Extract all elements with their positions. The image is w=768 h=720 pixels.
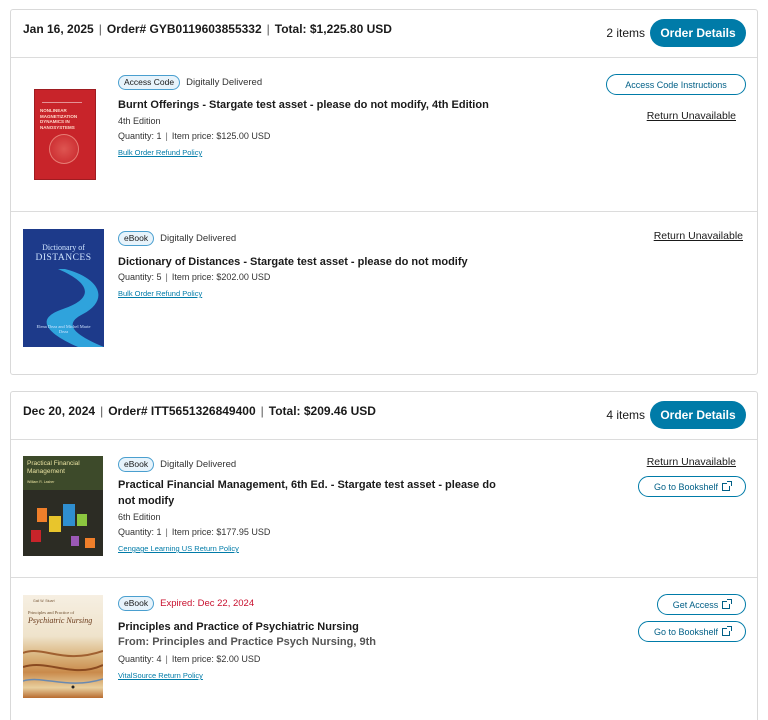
get-access-label: Get Access (672, 599, 719, 610)
delivery-status: Digitally Delivered (160, 232, 237, 244)
delivery-status: Digitally Delivered (186, 76, 263, 88)
policy-link[interactable]: Cengage Learning US Return Policy (118, 544, 239, 553)
go-to-bookshelf-label: Go to Bookshelf (653, 481, 719, 492)
item-quantity: Quantity: 1 (118, 131, 162, 141)
item-info: eBook Digitally Delivered Dictionary of … (118, 230, 498, 301)
item-price: Item price: $177.95 USD (171, 527, 271, 537)
order-card: Jan 16, 2025 | Order# GYB0119603855332 | Tot… (10, 9, 758, 375)
policy-link[interactable]: VitalSource Return Policy (118, 671, 203, 680)
item-info: eBook Expired: Dec 22, 2024 Principles a… (118, 595, 498, 683)
return-unavailable-link[interactable]: Return Unavailable (647, 110, 736, 122)
order-total: Total: $1,225.80 USD (274, 22, 392, 36)
item-quantity-price: Quantity: 4 | Item price: $2.00 USD (118, 654, 261, 664)
external-link-icon (722, 625, 733, 636)
order-total: Total: $209.46 USD (268, 404, 376, 418)
book-cover-image: NONLINEAR MAGNETIZATION DYNAMICS IN NANO… (34, 89, 96, 180)
order-number: Order# ITT5651326849400 (108, 404, 256, 418)
item-source-edition: From: Principles and Practice Psych Nurs… (118, 636, 376, 648)
item-actions: Access Code Instructions Return Unavaila… (606, 74, 746, 122)
cover-title: NONLINEAR MAGNETIZATION DYNAMICS IN NANO… (40, 108, 78, 130)
order-header: Jan 16, 2025 | Order# GYB0119603855332 | Tot… (11, 10, 757, 58)
item-count: 4 items (606, 408, 645, 422)
item-title[interactable]: Dictionary of Distances - Stargate test … (118, 254, 498, 270)
order-item: Practical Financial Management William R… (11, 440, 757, 578)
get-access-button[interactable]: Get Access (657, 594, 746, 615)
external-link-icon (722, 480, 733, 491)
order-date: Jan 16, 2025 (23, 22, 94, 36)
order-item: NONLINEAR MAGNETIZATION DYNAMICS IN NANO… (11, 58, 757, 212)
item-info: eBook Digitally Delivered Practical Fina… (118, 456, 498, 556)
order-details-button[interactable]: Order Details (650, 401, 746, 429)
go-to-bookshelf-button[interactable]: Go to Bookshelf (638, 476, 746, 497)
item-edition: 4th Edition (118, 116, 161, 126)
book-cover-image: Dictionary of DISTANCES Elena Deza and M… (23, 229, 104, 347)
delivery-status: Digitally Delivered (160, 458, 237, 470)
access-code-instructions-button[interactable]: Access Code Instructions (606, 74, 746, 95)
order-header: Dec 20, 2024 | Order# ITT5651326849400 | Tot… (11, 392, 757, 440)
order-summary: Jan 16, 2025 | Order# GYB0119603855332 | Tot… (23, 22, 392, 36)
return-unavailable-link[interactable]: Return Unavailable (647, 456, 736, 468)
item-quantity: Quantity: 5 (118, 272, 162, 282)
book-cover-image: Practical Financial Management William R… (23, 456, 103, 556)
item-price: Item price: $202.00 USD (171, 272, 271, 282)
cover-title: Dictionary of (42, 243, 85, 252)
expired-status: Expired: Dec 22, 2024 (160, 597, 255, 609)
item-price: Item price: $2.00 USD (171, 654, 261, 664)
order-item: Gail W. Stuart Principles and Practice o… (11, 578, 757, 720)
item-title[interactable]: Burnt Offerings - Stargate test asset - … (118, 97, 498, 113)
order-number: Order# GYB0119603855332 (106, 22, 262, 36)
item-quantity-price: Quantity: 1 | Item price: $177.95 USD (118, 527, 271, 537)
policy-link[interactable]: Bulk Order Refund Policy (118, 289, 202, 298)
item-quantity-price: Quantity: 1 | Item price: $125.00 USD (118, 131, 271, 141)
item-info: Access Code Digitally Delivered Burnt Of… (118, 74, 498, 160)
format-badge: eBook (118, 230, 155, 246)
item-quantity: Quantity: 1 (118, 527, 162, 537)
order-summary: Dec 20, 2024 | Order# ITT5651326849400 | Tot… (23, 404, 376, 418)
item-edition: 6th Edition (118, 512, 161, 522)
go-to-bookshelf-label: Go to Bookshelf (653, 626, 719, 637)
item-actions: Get Access Go to Bookshelf (638, 594, 746, 642)
cover-art (23, 650, 103, 689)
cover-authors: Elena Deza and Michel Marie Deza (36, 324, 91, 334)
format-badge: eBook (118, 456, 155, 472)
cover-author: William R. Lasher (27, 480, 55, 484)
item-actions: Return Unavailable (654, 230, 746, 242)
format-badge: Access Code (118, 74, 181, 90)
cover-title: Practical Financial Management (27, 460, 80, 475)
item-actions: Return Unavailable Go to Bookshelf (638, 456, 746, 497)
item-title[interactable]: Practical Financial Management, 6th Ed. … (118, 477, 498, 509)
item-quantity-price: Quantity: 5 | Item price: $202.00 USD (118, 272, 271, 282)
order-details-button[interactable]: Order Details (650, 19, 746, 47)
go-to-bookshelf-button[interactable]: Go to Bookshelf (638, 621, 746, 642)
item-title[interactable]: Principles and Practice of Psychiatric N… (118, 619, 498, 635)
order-card: Dec 20, 2024 | Order# ITT5651326849400 | Tot… (10, 391, 758, 720)
book-cover-image: Gail W. Stuart Principles and Practice o… (23, 595, 103, 698)
external-link-icon (722, 598, 733, 609)
policy-link[interactable]: Bulk Order Refund Policy (118, 148, 202, 157)
item-quantity: Quantity: 4 (118, 654, 162, 664)
cover-title: DISTANCES (35, 253, 92, 263)
item-price: Item price: $125.00 USD (171, 131, 271, 141)
order-item: Dictionary of DISTANCES Elena Deza and M… (11, 212, 757, 374)
order-date: Dec 20, 2024 (23, 404, 96, 418)
return-unavailable-link[interactable]: Return Unavailable (654, 230, 743, 242)
item-count: 2 items (606, 26, 645, 40)
format-badge: eBook (118, 595, 155, 611)
